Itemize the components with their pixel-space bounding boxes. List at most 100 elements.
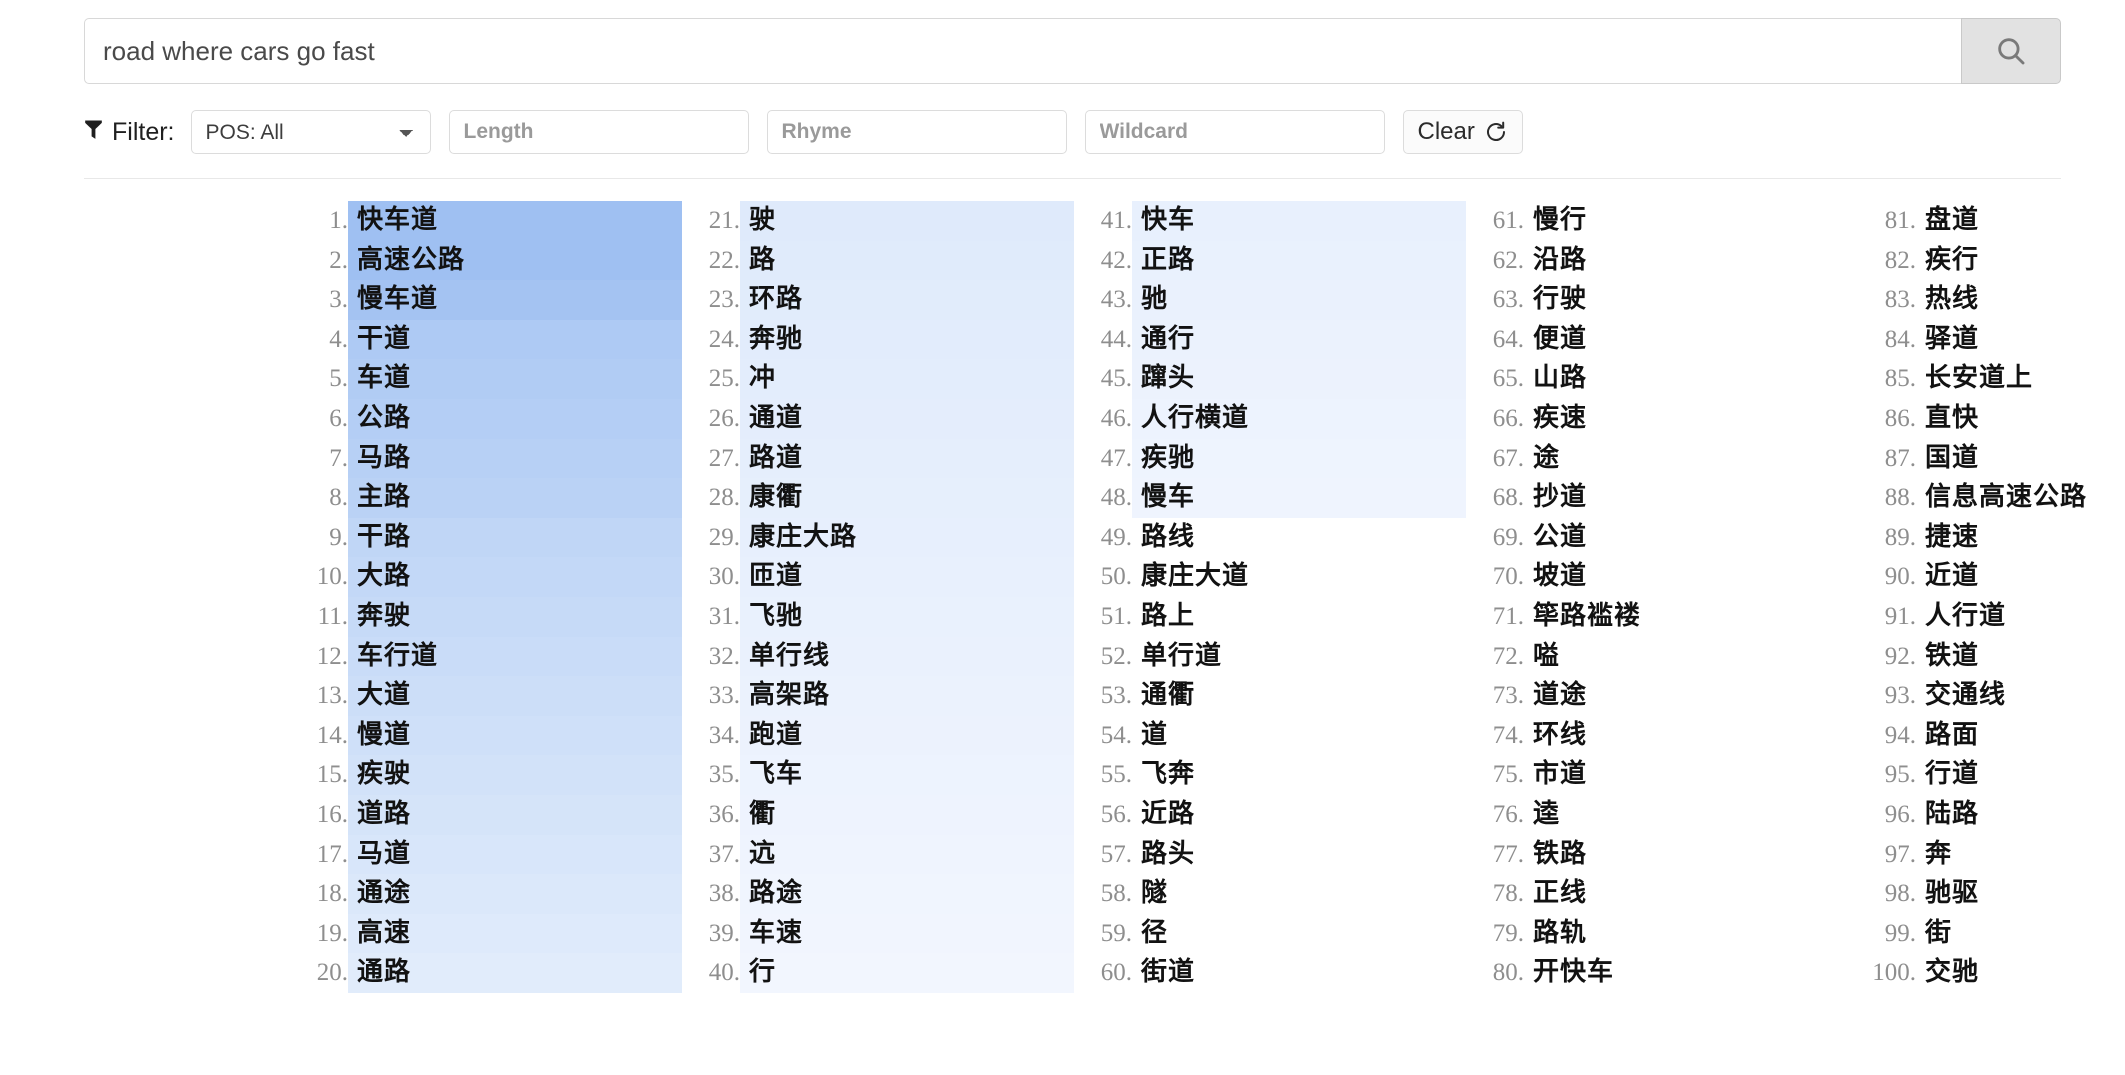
result-item[interactable]: 39. 车速 xyxy=(682,913,1074,954)
result-term[interactable]: 单行道 xyxy=(1141,637,1222,677)
result-term[interactable]: 康庄大道 xyxy=(1141,557,1249,597)
result-item[interactable]: 13. 大道 xyxy=(290,676,682,716)
result-item[interactable]: 81. 盘道 xyxy=(1858,201,2125,241)
pos-select[interactable]: POS: All xyxy=(190,110,431,154)
result-item[interactable]: 85. 长安道上 xyxy=(1858,359,2125,399)
result-term[interactable]: 路面 xyxy=(1925,716,1979,756)
result-term[interactable]: 环路 xyxy=(749,280,803,320)
result-item[interactable]: 51. 路上 xyxy=(1074,597,1466,637)
result-item[interactable]: 73. 道途 xyxy=(1466,676,1858,716)
result-item[interactable]: 18. 通途 xyxy=(290,874,682,914)
result-term[interactable]: 高架路 xyxy=(749,676,830,716)
result-term[interactable]: 正线 xyxy=(1533,874,1587,914)
search-input-wrapper[interactable] xyxy=(84,18,1961,84)
result-term[interactable]: 长安道上 xyxy=(1925,359,2033,399)
result-term[interactable]: 快车道 xyxy=(357,201,438,241)
result-item[interactable]: 3. 慢车道 xyxy=(290,280,682,320)
result-item[interactable]: 59. 径 xyxy=(1074,914,1466,954)
result-item[interactable]: 98. 驰驱 xyxy=(1858,874,2125,914)
result-item[interactable]: 86. 直快 xyxy=(1858,399,2125,439)
result-term[interactable]: 行 xyxy=(749,953,776,993)
result-term[interactable]: 信息高速公路 xyxy=(1925,478,2087,518)
result-item[interactable]: 26. 通道 xyxy=(682,398,1074,439)
result-term[interactable]: 通衢 xyxy=(1141,676,1195,716)
result-term[interactable]: 通行 xyxy=(1141,320,1195,360)
result-item[interactable]: 49. 路线 xyxy=(1074,518,1466,558)
result-item[interactable]: 71. 筚路褴褛 xyxy=(1466,597,1858,637)
result-term[interactable]: 蹿头 xyxy=(1141,359,1195,399)
result-term[interactable]: 驿道 xyxy=(1925,320,1979,360)
result-item[interactable]: 75. 市道 xyxy=(1466,755,1858,795)
result-item[interactable]: 14. 慢道 xyxy=(290,715,682,756)
result-term[interactable]: 陆路 xyxy=(1925,795,1979,835)
result-item[interactable]: 82. 疾行 xyxy=(1858,241,2125,281)
result-item[interactable]: 36. 衢 xyxy=(682,794,1074,835)
result-item[interactable]: 97. 奔 xyxy=(1858,835,2125,875)
result-term[interactable]: 径 xyxy=(1141,914,1168,954)
result-term[interactable]: 迒 xyxy=(749,835,776,875)
result-item[interactable]: 87. 国道 xyxy=(1858,439,2125,479)
result-item[interactable]: 89. 捷速 xyxy=(1858,518,2125,558)
result-item[interactable]: 32. 单行线 xyxy=(682,636,1074,677)
result-term[interactable]: 康庄大路 xyxy=(749,518,857,558)
result-term[interactable]: 慢车道 xyxy=(357,280,438,320)
result-item[interactable]: 93. 交通线 xyxy=(1858,676,2125,716)
result-item[interactable]: 96. 陆路 xyxy=(1858,795,2125,835)
result-item[interactable]: 69. 公道 xyxy=(1466,518,1858,558)
result-item[interactable]: 48. 慢车 xyxy=(1074,478,1466,518)
result-term[interactable]: 路轨 xyxy=(1533,914,1587,954)
result-term[interactable]: 筚路褴褛 xyxy=(1533,597,1641,637)
result-item[interactable]: 4. 干道 xyxy=(290,319,682,360)
result-item[interactable]: 35. 飞车 xyxy=(682,755,1074,795)
result-item[interactable]: 94. 路面 xyxy=(1858,716,2125,756)
result-term[interactable]: 近道 xyxy=(1925,557,1979,597)
result-term[interactable]: 道途 xyxy=(1533,676,1587,716)
result-item[interactable]: 23. 环路 xyxy=(682,280,1074,320)
result-term[interactable]: 通道 xyxy=(749,399,803,439)
result-term[interactable]: 街道 xyxy=(1141,953,1195,993)
result-item[interactable]: 45. 蹿头 xyxy=(1074,359,1466,399)
result-item[interactable]: 63. 行驶 xyxy=(1466,280,1858,320)
result-item[interactable]: 61. 慢行 xyxy=(1466,201,1858,241)
result-item[interactable]: 76. 逵 xyxy=(1466,795,1858,835)
result-term[interactable]: 通路 xyxy=(357,953,411,993)
result-term[interactable]: 飞车 xyxy=(749,755,803,795)
result-item[interactable]: 84. 驿道 xyxy=(1858,320,2125,360)
result-term[interactable]: 冲 xyxy=(749,359,776,399)
result-item[interactable]: 29. 康庄大路 xyxy=(682,517,1074,558)
result-item[interactable]: 72. 嗌 xyxy=(1466,637,1858,677)
result-item[interactable]: 70. 坡道 xyxy=(1466,557,1858,597)
result-term[interactable]: 道 xyxy=(1141,716,1168,756)
result-term[interactable]: 交驰 xyxy=(1925,953,1979,993)
result-term[interactable]: 单行线 xyxy=(749,637,830,677)
search-input[interactable] xyxy=(85,19,1961,83)
result-term[interactable]: 铁道 xyxy=(1925,637,1979,677)
result-item[interactable]: 5. 车道 xyxy=(290,359,682,399)
result-term[interactable]: 路头 xyxy=(1141,835,1195,875)
result-item[interactable]: 78. 正线 xyxy=(1466,874,1858,914)
result-item[interactable]: 60. 街道 xyxy=(1074,953,1466,993)
result-term[interactable]: 抄道 xyxy=(1533,478,1587,518)
result-term[interactable]: 高速公路 xyxy=(357,241,465,281)
result-item[interactable]: 28. 康衢 xyxy=(682,478,1074,518)
result-item[interactable]: 9. 干路 xyxy=(290,517,682,558)
result-item[interactable]: 31. 飞驰 xyxy=(682,596,1074,637)
result-item[interactable]: 57. 路头 xyxy=(1074,835,1466,875)
result-term[interactable]: 路途 xyxy=(749,874,803,914)
result-item[interactable]: 34. 跑道 xyxy=(682,715,1074,756)
result-term[interactable]: 疾速 xyxy=(1533,399,1587,439)
result-item[interactable]: 90. 近道 xyxy=(1858,557,2125,597)
result-term[interactable]: 直快 xyxy=(1925,399,1979,439)
result-item[interactable]: 11. 奔驶 xyxy=(290,596,682,637)
result-item[interactable]: 24. 奔驰 xyxy=(682,319,1074,360)
result-term[interactable]: 飞奔 xyxy=(1141,755,1195,795)
result-item[interactable]: 46. 人行横道 xyxy=(1074,398,1466,439)
result-item[interactable]: 40. 行 xyxy=(682,953,1074,993)
result-term[interactable]: 行驶 xyxy=(1533,280,1587,320)
result-term[interactable]: 马路 xyxy=(357,439,411,479)
result-item[interactable]: 8. 主路 xyxy=(290,478,682,518)
result-item[interactable]: 12. 车行道 xyxy=(290,636,682,677)
result-term[interactable]: 公路 xyxy=(357,399,411,439)
result-item[interactable]: 6. 公路 xyxy=(290,398,682,439)
result-term[interactable]: 路线 xyxy=(1141,518,1195,558)
